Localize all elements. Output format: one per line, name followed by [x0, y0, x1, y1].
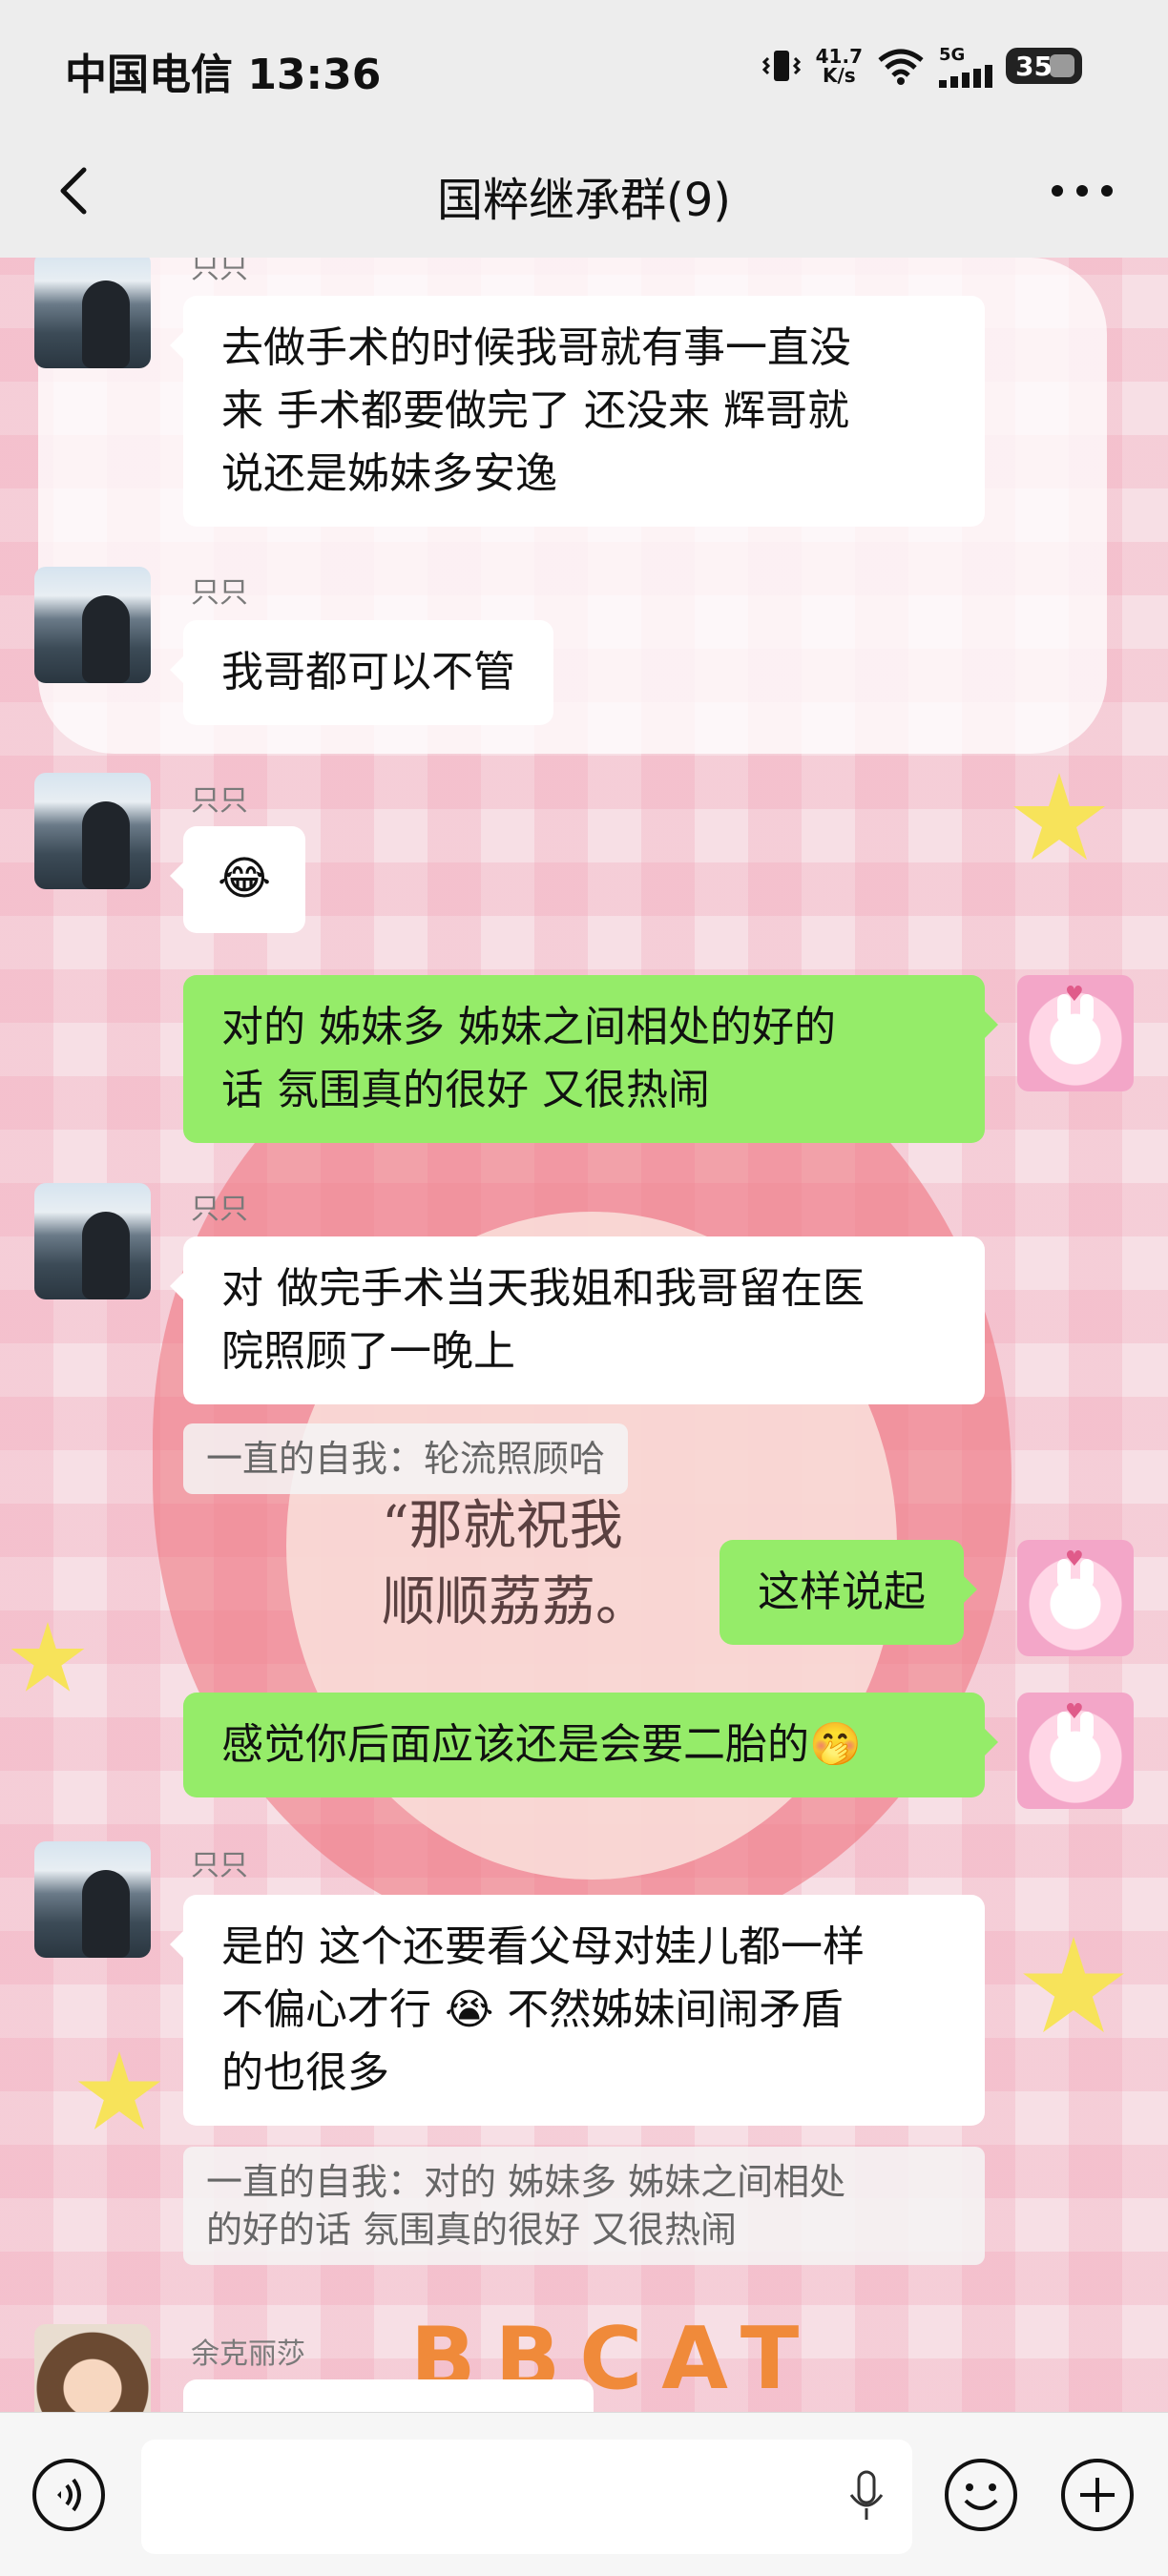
voice-toggle-icon[interactable] — [29, 2455, 109, 2535]
sender-name: 余克丽莎 — [191, 2337, 305, 2371]
my-avatar[interactable]: ♥ — [1017, 975, 1134, 1091]
quoted-message[interactable]: 一直的自我：轮流照顾哈 — [183, 1423, 629, 1494]
message-bubble[interactable]: 去做手术的时候我哥就有事一直没 来 手术都要做完了 还没来 辉哥就 说还是姊妹多… — [170, 296, 985, 527]
avatar[interactable] — [34, 258, 151, 368]
sender-name: 只只 — [191, 1193, 248, 1226]
message-bubble[interactable]: 是的 这个还要看父母对娃儿都一样 不偏心才行 😭 不然姊妹间闹矛盾 的也很多 — [170, 1895, 985, 2126]
quote-line: 的好的话 氛围真的很好 又很热闹 — [206, 2209, 738, 2251]
my-avatar[interactable]: ♥ — [1017, 1540, 1134, 1656]
vibrate-icon — [761, 51, 801, 81]
net-speed-value: 41.7 — [815, 45, 863, 68]
signal-5g-label: 5G — [939, 44, 966, 65]
microphone-icon[interactable] — [847, 2470, 886, 2524]
my-avatar[interactable]: ♥ — [1017, 1693, 1134, 1809]
quoted-message[interactable]: 一直的自我：对的 姊妹多 姊妹之间相处 的好的话 氛围真的很好 又很热闹 — [183, 2147, 985, 2265]
message-bubble[interactable]: 对 做完手术当天我姐和我哥留在医 院照顾了一晚上 — [170, 1236, 985, 1404]
plus-icon[interactable] — [1057, 2455, 1137, 2535]
my-message-bubble[interactable]: 对的 姊妹多 姊妹之间相处的好的 话 氛围真的很好 又很热闹 — [183, 975, 998, 1143]
message-bubble[interactable]: 我哥都可以不管 — [170, 620, 553, 725]
cell-signal: 5G — [939, 45, 992, 88]
emoji-icon[interactable] — [941, 2455, 1021, 2535]
message-line: 感觉你后面应该还是会要二胎的🤭 — [221, 1720, 862, 1769]
star-decoration — [1013, 773, 1105, 860]
my-message-bubble[interactable]: 感觉你后面应该还是会要二胎的🤭 — [183, 1693, 998, 1797]
message-bubble[interactable] — [183, 2379, 594, 2412]
sender-name: 只只 — [191, 258, 248, 285]
signal-bars-icon — [939, 64, 992, 88]
message-line: 去做手术的时候我哥就有事一直没 — [221, 323, 851, 372]
message-line: 来 手术都要做完了 还没来 辉哥就 — [221, 386, 849, 435]
my-message-bubble[interactable]: 这样说起 — [720, 1540, 977, 1645]
avatar[interactable] — [34, 1841, 151, 1958]
handwriting-line: 顺顺荔荔。 — [382, 1571, 649, 1633]
carrier-time: 中国电信 13:36 — [65, 51, 382, 99]
star-decoration — [1023, 1937, 1124, 2033]
sender-name: 只只 — [191, 784, 248, 818]
message-bubble[interactable]: 😂 — [169, 826, 306, 933]
message-line: 对的 姊妹多 姊妹之间相处的好的 — [221, 1003, 836, 1051]
message-line: 对 做完手术当天我姐和我哥留在医 — [221, 1264, 865, 1313]
message-line: 话 氛围真的很好 又很热闹 — [221, 1066, 710, 1114]
net-speed: 41.7 K/s — [816, 47, 863, 85]
status-bar: 中国电信 13:36 41.7 K/s 5G 35 — [0, 0, 1168, 134]
input-bar — [0, 2412, 1168, 2576]
message-line: 不偏心才行 😭 不然姊妹间闹矛盾 — [221, 1985, 844, 2034]
laughing-emoji-icon: 😂 — [218, 852, 272, 905]
message-line: 这样说起 — [758, 1568, 926, 1616]
message-line: 的也很多 — [221, 2048, 389, 2097]
avatar[interactable] — [34, 567, 151, 683]
status-icons: 41.7 K/s 5G 35 — [761, 42, 1082, 90]
battery-icon: 35 — [1006, 48, 1082, 84]
net-speed-unit: K/s — [822, 64, 856, 87]
message-line: 是的 这个还要看父母对娃儿都一样 — [221, 1922, 865, 1971]
message-line: 院照顾了一晚上 — [221, 1327, 515, 1376]
background-handwriting: “那就祝我 顺顺荔荔。 — [382, 1488, 649, 1641]
avatar[interactable] — [34, 1183, 151, 1299]
chat-area[interactable]: “那就祝我 顺顺荔荔。 BBCAT 只只 去做手术的时候我哥就有事一直没 来 手… — [0, 258, 1168, 2412]
sender-name: 只只 — [191, 576, 248, 610]
nav-bar: 国粹继承群(9) — [0, 134, 1168, 258]
more-dots-icon[interactable] — [1044, 162, 1120, 219]
message-line: 说还是姊妹多安逸 — [221, 449, 557, 498]
avatar[interactable] — [34, 773, 151, 889]
message-line: 我哥都可以不管 — [221, 648, 515, 696]
chat-title: 国粹继承群(9) — [437, 174, 731, 227]
message-input[interactable] — [141, 2440, 912, 2554]
quote-line: 一直的自我：对的 姊妹多 姊妹之间相处 — [206, 2161, 846, 2203]
avatar[interactable] — [34, 2324, 151, 2412]
battery-level: 35 — [1015, 50, 1053, 82]
star-decoration — [77, 2051, 161, 2129]
star-decoration — [10, 1622, 85, 1692]
wifi-icon — [878, 49, 924, 85]
sender-name: 只只 — [191, 1849, 248, 1882]
handwriting-line: “那就祝我 — [382, 1495, 623, 1557]
